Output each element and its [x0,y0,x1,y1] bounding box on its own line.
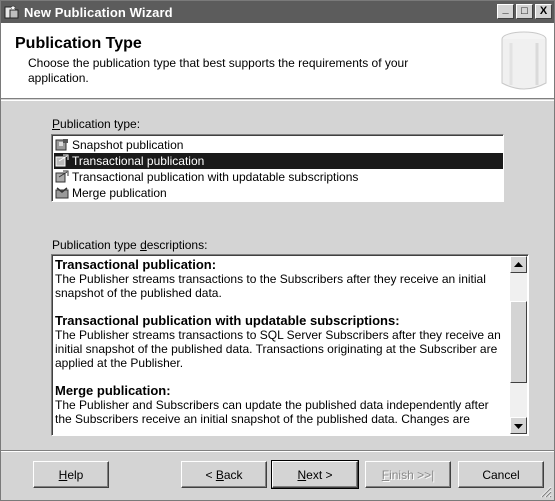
page-subtitle: Choose the publication type that best su… [28,56,409,85]
description-updatable: Transactional publication with updatable… [55,313,508,371]
list-item-transactional-publication[interactable]: Transactional publication [54,153,503,169]
close-icon: X [539,5,548,17]
scroll-up-button[interactable] [510,256,527,273]
list-item-snapshot-publication[interactable]: Snapshot publication [54,137,503,153]
finish-button[interactable]: Finish >>| [365,461,451,488]
wizard-window: New Publication Wizard _ □ X Publication… [0,0,555,501]
wizard-header: Publication Type Choose the publication … [1,23,554,99]
description-transactional: Transactional publication: The Publisher… [55,257,508,301]
description-text: The Publisher streams transactions to SQ… [55,328,501,370]
button-label: Cancel [482,467,520,482]
publication-type-list[interactable]: Snapshot publication Transactional publi… [51,134,504,202]
wizard-app-icon [4,4,20,20]
maximize-button[interactable]: □ [516,4,533,19]
list-item-label: Merge publication [72,186,167,200]
button-label: < Back [205,467,243,482]
list-item-label: Transactional publication with updatable… [72,170,359,184]
button-label: Help [58,467,84,482]
footer-divider [1,450,554,452]
next-button[interactable]: Next > [271,460,359,489]
merge-publication-icon [55,186,69,200]
arrow-down-icon [514,423,523,429]
close-button[interactable]: X [535,4,552,19]
window-title: New Publication Wizard [24,4,173,20]
descriptions-scrollbar[interactable] [510,256,527,434]
updatable-publication-icon [55,170,69,184]
descriptions-label: Publication type descriptions: [52,238,208,252]
resize-grip-icon[interactable] [540,486,552,498]
minimize-icon: _ [502,3,509,15]
description-title: Transactional publication: [55,257,217,272]
minimize-button[interactable]: _ [497,4,514,19]
description-title: Transactional publication with updatable… [55,313,400,328]
description-text: The Publisher streams transactions to th… [55,272,486,300]
publication-type-label: Publication type: [52,117,141,131]
button-label: Finish >>| [381,467,435,482]
list-item-updatable-subscriptions[interactable]: Transactional publication with updatable… [54,169,503,185]
publication-type-descriptions[interactable]: Transactional publication: The Publisher… [51,254,529,436]
description-merge: Merge publication: The Publisher and Sub… [55,383,508,427]
list-item-merge-publication[interactable]: Merge publication [54,185,503,201]
window-controls: _ □ X [497,4,552,19]
cancel-button[interactable]: Cancel [458,461,544,488]
page-title: Publication Type [15,35,142,52]
scroll-thumb[interactable] [510,301,527,383]
title-bar[interactable]: New Publication Wizard _ □ X [1,1,554,23]
arrow-up-icon [514,261,523,267]
scroll-down-button[interactable] [510,417,527,434]
button-label: Next > [297,467,333,482]
list-item-label: Snapshot publication [72,138,184,152]
maximize-icon: □ [521,5,528,17]
header-separator [1,100,554,101]
list-item-label: Transactional publication [72,154,205,168]
description-text: The Publisher and Subscribers can update… [55,398,489,426]
help-button[interactable]: Help [33,461,109,488]
wizard-header-graphic [499,29,549,93]
snapshot-publication-icon [55,138,69,152]
transactional-publication-icon [55,154,69,168]
description-title: Merge publication: [55,383,171,398]
descriptions-content: Transactional publication: The Publisher… [55,257,508,435]
back-button[interactable]: < Back [181,461,267,488]
